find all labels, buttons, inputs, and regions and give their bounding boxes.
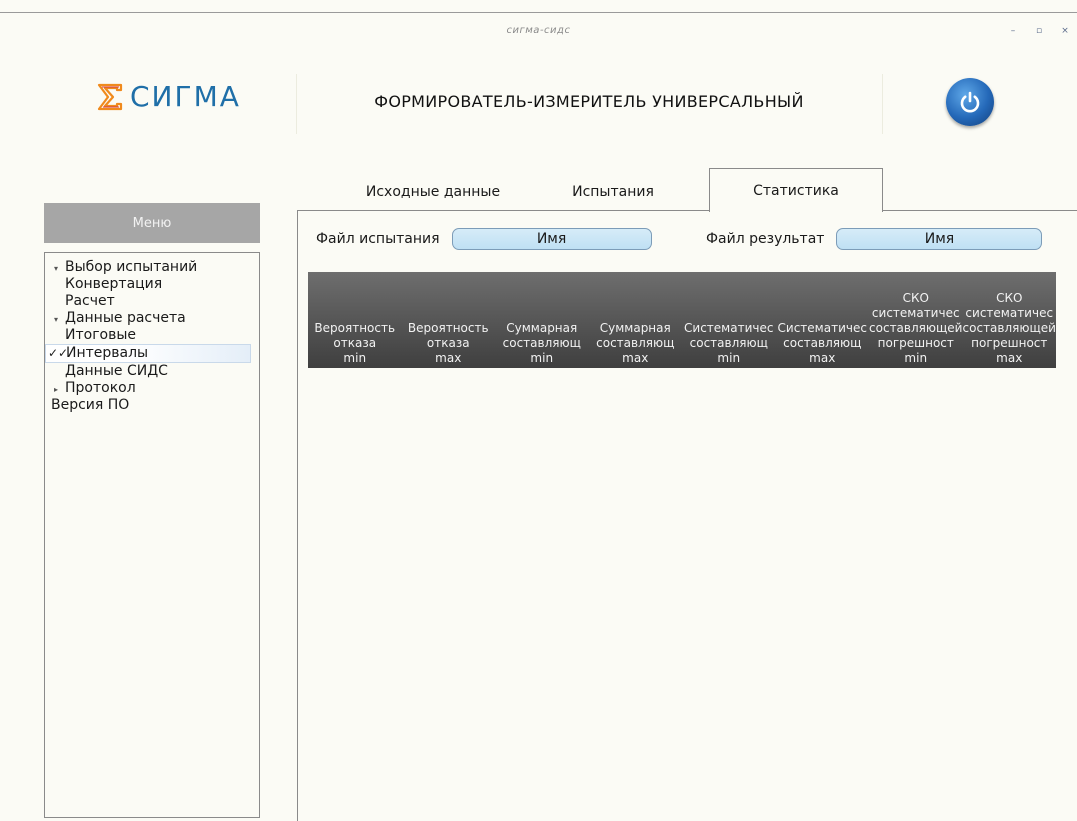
column-header-line: отказа bbox=[426, 336, 470, 350]
logo-text: СИГМА bbox=[130, 80, 241, 113]
tree-item-label: Выбор испытаний bbox=[65, 259, 198, 275]
column-header-line: max bbox=[996, 351, 1023, 365]
chevron-down-icon[interactable]: ▾ bbox=[51, 311, 61, 328]
close-icon[interactable]: × bbox=[1059, 26, 1071, 36]
minimize-icon[interactable]: – bbox=[1007, 26, 1019, 36]
column-header[interactable]: СКО систематичес составляющей погрешност… bbox=[869, 272, 963, 368]
column-header-line: Суммарная bbox=[506, 321, 578, 335]
column-header-line: составляющей bbox=[869, 321, 963, 335]
column-header[interactable]: Суммарная составляющ min bbox=[495, 272, 589, 368]
column-header-line: погрешност bbox=[877, 336, 954, 350]
test-file-label: Файл испытания bbox=[316, 231, 440, 247]
column-header-line: составляющ bbox=[783, 336, 862, 350]
column-header-line: СКО bbox=[996, 291, 1023, 305]
tree-item-conversion[interactable]: Конвертация bbox=[45, 276, 259, 293]
tree-item-label: Итоговые bbox=[65, 327, 137, 343]
app-logo: СИГМА bbox=[96, 80, 241, 113]
tree-item-test-selection[interactable]: ▾ Выбор испытаний bbox=[45, 259, 259, 276]
column-header-line: составляющей bbox=[962, 321, 1056, 335]
test-file-row: Файл испытания Имя bbox=[316, 228, 652, 250]
column-header-line: min bbox=[530, 351, 554, 365]
column-header-line: max bbox=[809, 351, 836, 365]
tree-item-protocol[interactable]: ▸ Протокол bbox=[45, 380, 259, 397]
chevron-down-icon[interactable]: ▾ bbox=[51, 260, 61, 277]
column-header-line: min bbox=[717, 351, 741, 365]
power-icon bbox=[960, 91, 980, 113]
tab-tests[interactable]: Испытания bbox=[548, 176, 678, 208]
column-header-line: Систематичес bbox=[684, 321, 774, 335]
window-title: сигма-сидс bbox=[506, 25, 571, 36]
column-header-line: составляющ bbox=[502, 336, 581, 350]
navigation-tree: ▾ Выбор испытаний Конвертация Расчет ▾ Дан… bbox=[44, 252, 260, 818]
check-icon: ✓✓ bbox=[48, 346, 69, 360]
tree-item-label: Протокол bbox=[65, 380, 136, 396]
result-file-row: Файл результат Имя bbox=[706, 228, 1043, 250]
column-header-line: Систематичес bbox=[777, 321, 867, 335]
column-header[interactable]: Систематичес составляющ min bbox=[682, 272, 776, 368]
header-divider bbox=[882, 74, 883, 134]
column-header-line: погрешност bbox=[971, 336, 1048, 350]
statistics-table-header: Вероятность отказа min Вероятность отказ… bbox=[308, 272, 1056, 368]
column-header-line: min bbox=[904, 351, 928, 365]
tree-item-label: Данные расчета bbox=[65, 310, 186, 326]
tree-item-label: Интервалы bbox=[66, 345, 149, 361]
column-header-line: Суммарная bbox=[599, 321, 671, 335]
column-header-line: составляющ bbox=[596, 336, 675, 350]
sigma-logo-icon bbox=[97, 83, 123, 110]
power-button[interactable] bbox=[946, 78, 994, 126]
column-header[interactable]: Суммарная составляющ max bbox=[589, 272, 683, 368]
column-header-line: отказа bbox=[333, 336, 377, 350]
tree-item-sids-data[interactable]: Данные СИДС bbox=[45, 363, 259, 380]
column-header-line: Вероятность bbox=[407, 321, 489, 335]
app-title: ФОРМИРОВАТЕЛЬ-ИЗМЕРИТЕЛЬ УНИВЕРСАЛЬНЫЙ bbox=[374, 92, 804, 111]
column-header-line: max bbox=[622, 351, 649, 365]
tree-item-label: Расчет bbox=[65, 293, 115, 309]
window-top-border bbox=[0, 12, 1077, 13]
tab-statistics[interactable]: Статистика bbox=[709, 168, 883, 212]
chevron-right-icon[interactable]: ▸ bbox=[51, 381, 61, 398]
column-header-line: составляющ bbox=[689, 336, 768, 350]
column-header-line: СКО bbox=[902, 291, 929, 305]
tree-item-calculation[interactable]: Расчет bbox=[45, 293, 259, 310]
result-file-field[interactable]: Имя bbox=[836, 228, 1043, 250]
column-header-line: систематичес bbox=[965, 306, 1054, 320]
menu-header[interactable]: Меню bbox=[44, 203, 260, 243]
tree-item-label: Данные СИДС bbox=[65, 363, 168, 379]
column-header-line: Вероятность bbox=[314, 321, 396, 335]
tree-item-calculation-data[interactable]: ▾ Данные расчета bbox=[45, 310, 259, 327]
tree-item-software-version[interactable]: Версия ПО bbox=[45, 397, 259, 414]
maximize-icon[interactable]: ▫ bbox=[1033, 26, 1045, 36]
column-header-line: max bbox=[435, 351, 462, 365]
tab-source-data[interactable]: Исходные данные bbox=[338, 176, 528, 208]
tree-item-label: Конвертация bbox=[65, 276, 163, 292]
column-header-line: систематичес bbox=[871, 306, 960, 320]
column-header-line: min bbox=[343, 351, 367, 365]
test-file-field[interactable]: Имя bbox=[451, 228, 652, 250]
column-header[interactable]: СКО систематичес составляющей погрешност… bbox=[963, 272, 1057, 368]
tree-item-label: Версия ПО bbox=[51, 397, 130, 413]
result-file-label: Файл результат bbox=[706, 231, 825, 247]
column-header[interactable]: Вероятность отказа min bbox=[308, 272, 402, 368]
tree-item-intervals[interactable]: ✓✓ Интервалы bbox=[45, 344, 251, 363]
column-header[interactable]: Систематичес составляющ max bbox=[776, 272, 870, 368]
tree-item-totals[interactable]: Итоговые bbox=[45, 327, 259, 344]
window-controls: – ▫ × bbox=[1007, 26, 1071, 36]
column-header[interactable]: Вероятность отказа max bbox=[402, 272, 496, 368]
